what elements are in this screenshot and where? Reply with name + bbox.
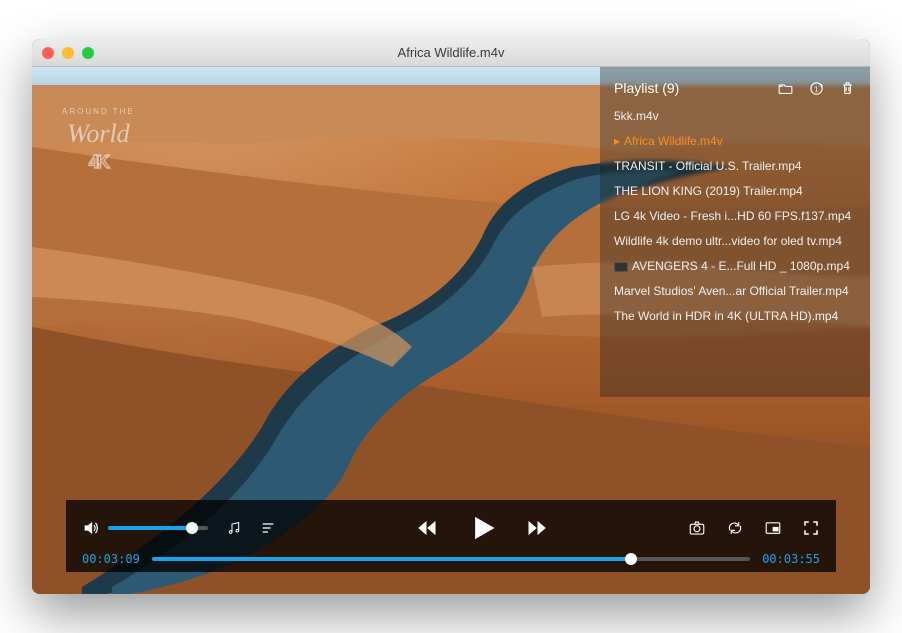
play-button[interactable] <box>467 513 497 543</box>
playlist-items: 5kk.m4v ▸Africa Wildlife.m4v TRANSIT - O… <box>614 109 856 323</box>
watermark-line1: AROUND THE <box>62 107 135 117</box>
volume-slider[interactable] <box>108 526 208 530</box>
delete-button[interactable] <box>839 80 856 97</box>
item-thumbnail-icon <box>614 262 628 272</box>
window-maximize-button[interactable] <box>82 47 94 59</box>
playlist-toggle-button[interactable] <box>260 520 276 536</box>
time-total: 00:03:55 <box>762 552 820 566</box>
time-current: 00:03:09 <box>82 552 140 566</box>
window-title: Africa Wildlife.m4v <box>32 45 870 60</box>
playlist-actions: 1 <box>777 80 856 97</box>
progress-slider[interactable] <box>152 557 750 561</box>
volume-control <box>82 519 208 537</box>
control-bar: 00:03:09 00:03:55 <box>66 500 836 572</box>
titlebar: Africa Wildlife.m4v <box>32 39 870 67</box>
audio-track-button[interactable] <box>226 520 242 536</box>
volume-fill <box>108 526 192 530</box>
traffic-lights <box>42 47 94 59</box>
fullscreen-button[interactable] <box>802 519 820 537</box>
window-minimize-button[interactable] <box>62 47 74 59</box>
volume-icon[interactable] <box>82 519 100 537</box>
progress-fill <box>152 557 631 561</box>
fast-forward-button[interactable] <box>525 516 549 540</box>
volume-thumb[interactable] <box>186 522 198 534</box>
playlist-item[interactable]: The World in HDR in 4K (ULTRA HD).mp4 <box>614 309 856 323</box>
video-viewport[interactable]: AROUND THE World 4K Playlist (9) 1 <box>32 67 870 594</box>
now-playing-icon: ▸ <box>614 134 620 148</box>
playlist-item[interactable]: 5kk.m4v <box>614 109 856 123</box>
playlist-panel: Playlist (9) 1 5kk.m4v ▸Africa Wildlife.… <box>600 67 870 397</box>
open-folder-button[interactable] <box>777 80 794 97</box>
playlist-item[interactable]: LG 4k Video - Fresh i...HD 60 FPS.f137.m… <box>614 209 856 223</box>
rotate-button[interactable] <box>726 519 744 537</box>
playlist-title: Playlist (9) <box>614 80 679 96</box>
playlist-item[interactable]: AVENGERS 4 - E...Full HD _ 1080p.mp4 <box>614 259 856 273</box>
playlist-item[interactable]: ▸Africa Wildlife.m4v <box>614 134 856 148</box>
rewind-button[interactable] <box>415 516 439 540</box>
snapshot-button[interactable] <box>688 519 706 537</box>
playlist-item[interactable]: Marvel Studios' Aven...ar Official Trail… <box>614 284 856 298</box>
playlist-header: Playlist (9) 1 <box>614 77 856 99</box>
video-watermark: AROUND THE World 4K <box>62 107 135 175</box>
pip-button[interactable] <box>764 519 782 537</box>
svg-text:1: 1 <box>815 85 819 93</box>
repeat-one-button[interactable]: 1 <box>808 80 825 97</box>
window-close-button[interactable] <box>42 47 54 59</box>
playlist-item[interactable]: TRANSIT - Official U.S. Trailer.mp4 <box>614 159 856 173</box>
controls-row <box>82 510 820 546</box>
progress-row: 00:03:09 00:03:55 <box>82 552 820 566</box>
playlist-item[interactable]: THE LION KING (2019) Trailer.mp4 <box>614 184 856 198</box>
app-window: Africa Wildlife.m4v AROUND THE World <box>32 39 870 594</box>
playlist-item[interactable]: Wildlife 4k demo ultr...video for oled t… <box>614 234 856 248</box>
watermark-line3: 4K <box>62 151 135 174</box>
progress-thumb[interactable] <box>625 553 637 565</box>
watermark-line2: World <box>62 117 135 151</box>
